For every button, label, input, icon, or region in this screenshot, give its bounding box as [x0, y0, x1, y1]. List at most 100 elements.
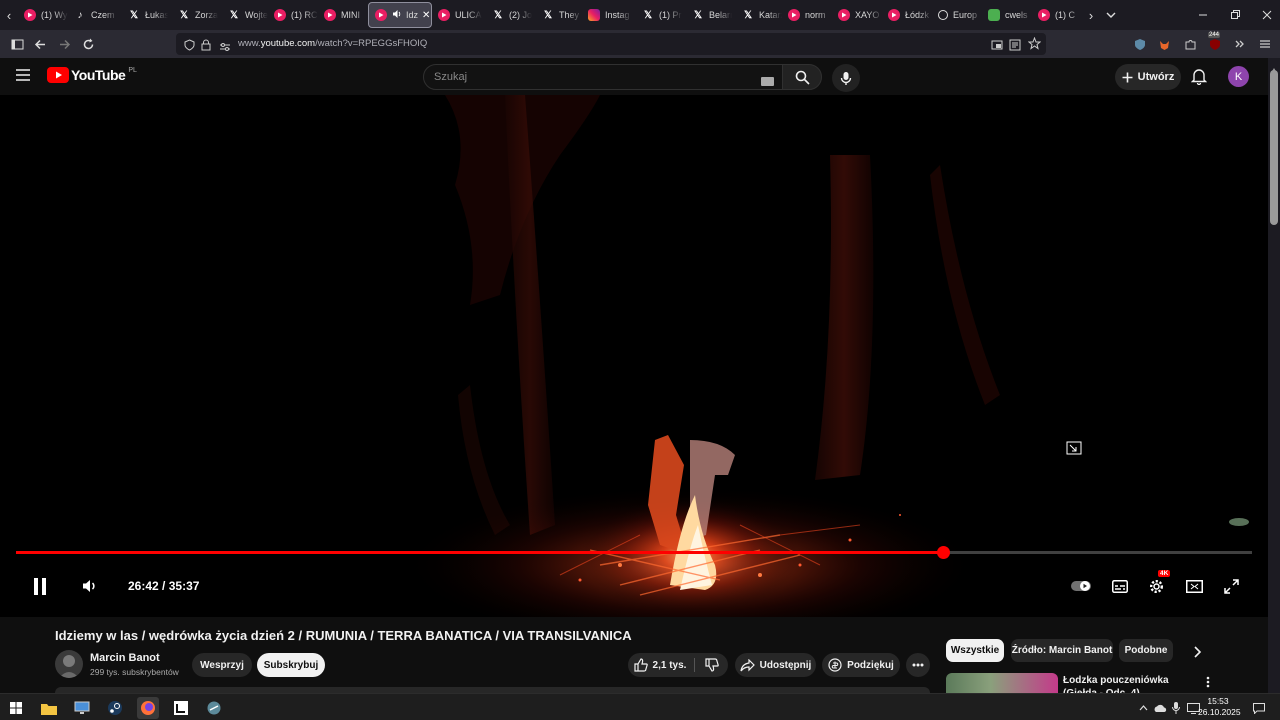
- browser-tab[interactable]: ♪ Czem: [68, 0, 118, 30]
- close-window-icon[interactable]: [1250, 0, 1280, 30]
- back-arrow-icon[interactable]: [30, 34, 50, 54]
- browser-tab[interactable]: Instag: [582, 0, 632, 30]
- thanks-button[interactable]: Podziękuj: [822, 653, 900, 677]
- progress-bar[interactable]: [16, 546, 1252, 559]
- fullscreen-exit-button[interactable]: [1221, 576, 1241, 596]
- browser-tab[interactable]: 𝕏Beları: [682, 0, 732, 30]
- taskbar-clock[interactable]: 15:53 26.10.2025: [1198, 696, 1241, 718]
- chip-all[interactable]: Wszystkie: [946, 639, 1004, 662]
- share-label: Udostępnij: [759, 659, 812, 671]
- recommended-video-thumbnail[interactable]: [946, 673, 1058, 693]
- tab-scroll-left-icon[interactable]: ‹: [0, 5, 18, 25]
- dislike-button[interactable]: [698, 653, 726, 677]
- restore-window-icon[interactable]: [1218, 0, 1252, 30]
- subtitles-button[interactable]: [1110, 577, 1130, 595]
- steam-icon[interactable]: [104, 697, 126, 719]
- notes-app-icon[interactable]: [170, 697, 192, 719]
- more-actions-button[interactable]: [906, 653, 930, 677]
- channel-watermark-icon[interactable]: [1228, 516, 1250, 528]
- permissions-icon[interactable]: [219, 39, 231, 57]
- guide-menu-icon[interactable]: [15, 68, 31, 87]
- theater-mode-button[interactable]: [1183, 577, 1205, 595]
- browser-tab[interactable]: 𝕏(1) Pr: [632, 0, 682, 30]
- chip-related[interactable]: Podobne: [1119, 639, 1173, 662]
- scrollbar-thumb[interactable]: [1270, 70, 1278, 225]
- channel-avatar[interactable]: [55, 650, 83, 678]
- settings-button[interactable]: 4K: [1146, 570, 1171, 596]
- browser-tab[interactable]: Idz ✕: [368, 2, 432, 28]
- notifications-bell-icon[interactable]: [1190, 68, 1208, 90]
- reload-icon[interactable]: [78, 34, 98, 54]
- support-button[interactable]: Wesprzyj: [192, 653, 252, 677]
- autoplay-toggle[interactable]: [1071, 578, 1093, 594]
- address-bar[interactable]: www.youtube.com/watch?v=RPEGGsFHOIQ: [176, 33, 1046, 55]
- keyboard-icon[interactable]: [761, 73, 774, 91]
- tab-scroll-right-icon[interactable]: ›: [1082, 5, 1100, 25]
- browser-tab[interactable]: XAYO: [832, 0, 882, 30]
- reader-view-icon[interactable]: [1009, 38, 1021, 56]
- browser-tab[interactable]: (1) RC: [268, 0, 318, 30]
- share-button[interactable]: Udostępnij: [735, 653, 816, 677]
- extensions-puzzle-icon[interactable]: [1180, 34, 1200, 54]
- create-button[interactable]: Utwórz: [1115, 64, 1181, 90]
- channel-name[interactable]: Marcin Banot: [90, 652, 160, 664]
- onedrive-cloud-icon[interactable]: [1152, 697, 1168, 719]
- youtube-logo[interactable]: YouTube PL: [47, 67, 137, 83]
- fox-extension-icon[interactable]: [1154, 34, 1174, 54]
- tracking-shield-icon[interactable]: [184, 38, 195, 56]
- browser-tab[interactable]: 𝕏Katarz: [732, 0, 782, 30]
- voice-search-button[interactable]: [832, 64, 860, 92]
- recommended-video-title[interactable]: Łodzka pouczeniówka (Giełda - Odc. 4): [1063, 674, 1203, 693]
- tab-list-dropdown-icon[interactable]: [1100, 5, 1122, 25]
- browser-tab[interactable]: 𝕏They g: [532, 0, 582, 30]
- browser-tab[interactable]: MINI: [318, 0, 368, 30]
- overflow-chevrons-icon[interactable]: [1230, 34, 1250, 54]
- like-count: 2,1 tys.: [652, 659, 687, 671]
- page-scrollbar[interactable]: [1268, 58, 1280, 698]
- picture-in-picture-icon[interactable]: [991, 38, 1003, 56]
- tray-expand-chevron-icon[interactable]: [1136, 697, 1150, 719]
- browser-tab[interactable]: ULICA: [432, 0, 482, 30]
- avatar[interactable]: K: [1228, 66, 1249, 87]
- browser-tab[interactable]: 𝕏Łukas: [118, 0, 168, 30]
- sidebar-toggle-icon[interactable]: [7, 34, 27, 54]
- ublock-extension-icon[interactable]: 244: [1205, 32, 1225, 54]
- pause-button[interactable]: [30, 576, 50, 596]
- browser-tab[interactable]: cwels: [982, 0, 1032, 30]
- cast-to-device-icon[interactable]: [1066, 441, 1082, 455]
- computer-monitor-icon[interactable]: [71, 697, 93, 719]
- lock-icon[interactable]: [201, 38, 211, 56]
- close-tab-icon[interactable]: ✕: [422, 10, 430, 21]
- browser-tab[interactable]: (1) Wy: [18, 0, 68, 30]
- search-input[interactable]: Szukaj: [423, 64, 783, 90]
- notification-center-icon[interactable]: [1251, 697, 1267, 719]
- like-button[interactable]: 2,1 tys.: [628, 653, 692, 677]
- forward-arrow-icon[interactable]: [54, 34, 74, 54]
- video-player[interactable]: [0, 95, 1268, 617]
- snipping-tool-icon[interactable]: [203, 697, 225, 719]
- url-text[interactable]: www.youtube.com/watch?v=RPEGGsFHOIQ: [238, 38, 427, 49]
- vpn-shield-extension-icon[interactable]: [1130, 34, 1150, 54]
- search-button[interactable]: [782, 64, 822, 90]
- browser-tab[interactable]: 𝕏Wojte: [218, 0, 268, 30]
- tab-audio-playing-icon[interactable]: [392, 9, 402, 21]
- subscribe-button[interactable]: Subskrybuj: [257, 653, 325, 677]
- microphone-tray-icon[interactable]: [1169, 697, 1183, 719]
- app-menu-icon[interactable]: [1255, 34, 1275, 54]
- firefox-taskbar-icon[interactable]: [137, 697, 159, 719]
- browser-tab[interactable]: norm: [782, 0, 832, 30]
- browser-tab[interactable]: Łódzk: [882, 0, 932, 30]
- recommended-video-menu-icon[interactable]: [1206, 675, 1210, 693]
- progress-scrubber-handle[interactable]: [937, 546, 950, 559]
- browser-tab[interactable]: Europ: [932, 0, 982, 30]
- browser-tab[interactable]: 𝕏Zorza: [168, 0, 218, 30]
- chip-from-channel[interactable]: Źródło: Marcin Banot: [1011, 639, 1113, 662]
- browser-tab[interactable]: 𝕏(2) Jol: [482, 0, 532, 30]
- file-explorer-icon[interactable]: [38, 697, 60, 719]
- chips-next-chevron-icon[interactable]: [1192, 645, 1202, 663]
- bookmark-star-icon[interactable]: [1027, 36, 1042, 55]
- mute-button[interactable]: [80, 577, 100, 595]
- windows-start-icon[interactable]: [5, 697, 27, 719]
- minimize-window-icon[interactable]: [1186, 0, 1220, 30]
- browser-tab[interactable]: (1) C: [1032, 0, 1082, 30]
